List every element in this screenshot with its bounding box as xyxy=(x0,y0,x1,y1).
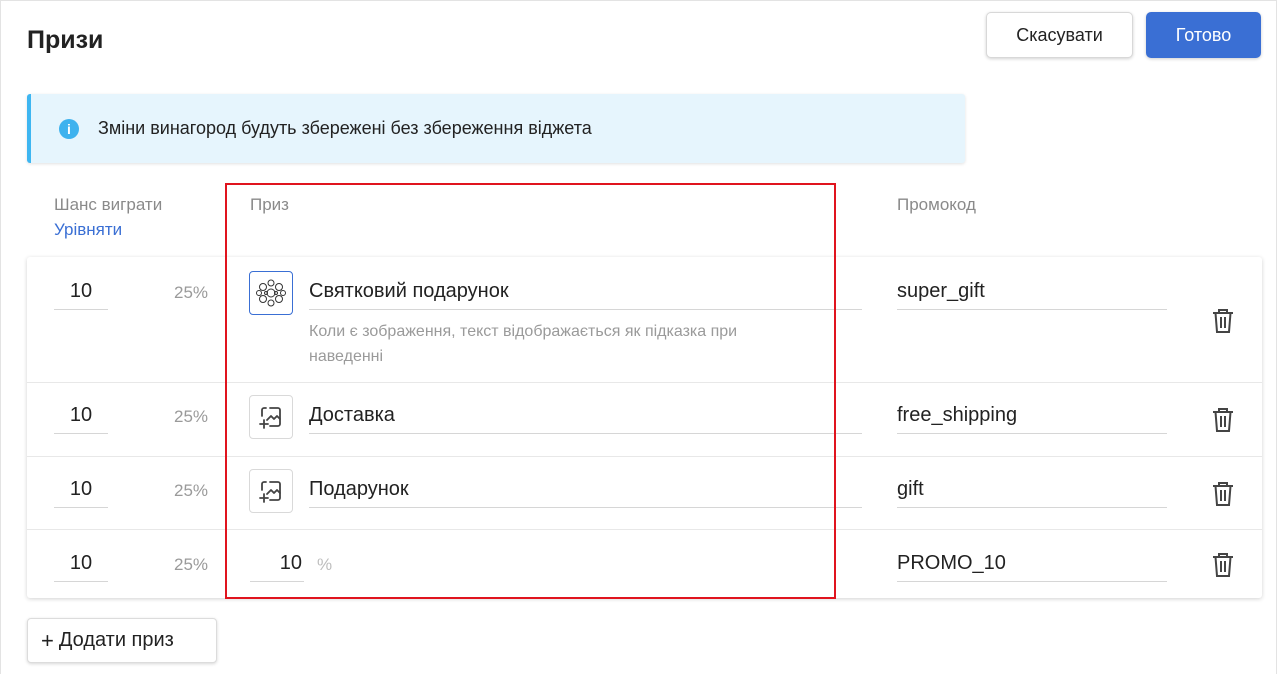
chance-percent: 25% xyxy=(174,555,209,574)
add-prize-button[interactable]: + Додати приз xyxy=(27,618,217,663)
add-prize-label: Додати приз xyxy=(58,629,174,651)
discount-input[interactable]: 10 xyxy=(250,552,304,582)
prize-image-thumbnail[interactable] xyxy=(249,271,293,315)
prizes-table: 10 25% Святковий подарунок Коли є зображ… xyxy=(27,257,1262,598)
chance-input[interactable]: 10 xyxy=(54,280,108,310)
column-header-chance: Шанс виграти xyxy=(54,195,163,214)
chance-input[interactable]: 10 xyxy=(54,478,108,508)
chance-percent: 25% xyxy=(174,407,209,426)
plus-icon: + xyxy=(41,627,54,653)
trash-icon[interactable] xyxy=(1211,308,1235,334)
info-icon: i xyxy=(59,119,79,139)
chance-input[interactable]: 10 xyxy=(54,552,108,582)
promo-code-input[interactable]: free_shipping xyxy=(897,404,1167,434)
chance-input[interactable]: 10 xyxy=(54,404,108,434)
info-message: Зміни винагород будуть збережені без збе… xyxy=(98,118,592,138)
done-button[interactable]: Готово xyxy=(1146,12,1261,58)
page-title: Призи xyxy=(27,26,104,54)
chance-percent: 25% xyxy=(174,283,209,302)
trash-icon[interactable] xyxy=(1211,552,1235,578)
chance-percent: 25% xyxy=(174,481,209,500)
add-image-icon[interactable] xyxy=(249,469,293,513)
trash-icon[interactable] xyxy=(1211,481,1235,507)
prize-hint-text: Коли є зображення, текст відображається … xyxy=(309,323,738,365)
column-header-promo: Промокод xyxy=(897,195,976,214)
equalize-link[interactable]: Урівняти xyxy=(54,220,122,240)
prize-name-input[interactable]: Подарунок xyxy=(309,478,862,508)
trash-icon[interactable] xyxy=(1211,407,1235,433)
promo-code-input[interactable]: PROMO_10 xyxy=(897,552,1167,582)
promo-code-input[interactable]: super_gift xyxy=(897,280,1167,310)
cancel-button[interactable]: Скасувати xyxy=(986,12,1133,58)
add-image-icon[interactable] xyxy=(249,395,293,439)
column-header-prize: Приз xyxy=(250,195,289,214)
info-banner: i Зміни винагород будуть збережені без з… xyxy=(27,94,965,163)
discount-unit: % xyxy=(317,555,333,574)
prize-name-input[interactable]: Святковий подарунок xyxy=(309,280,862,310)
prize-name-input[interactable]: Доставка xyxy=(309,404,862,434)
promo-code-input[interactable]: gift xyxy=(897,478,1167,508)
